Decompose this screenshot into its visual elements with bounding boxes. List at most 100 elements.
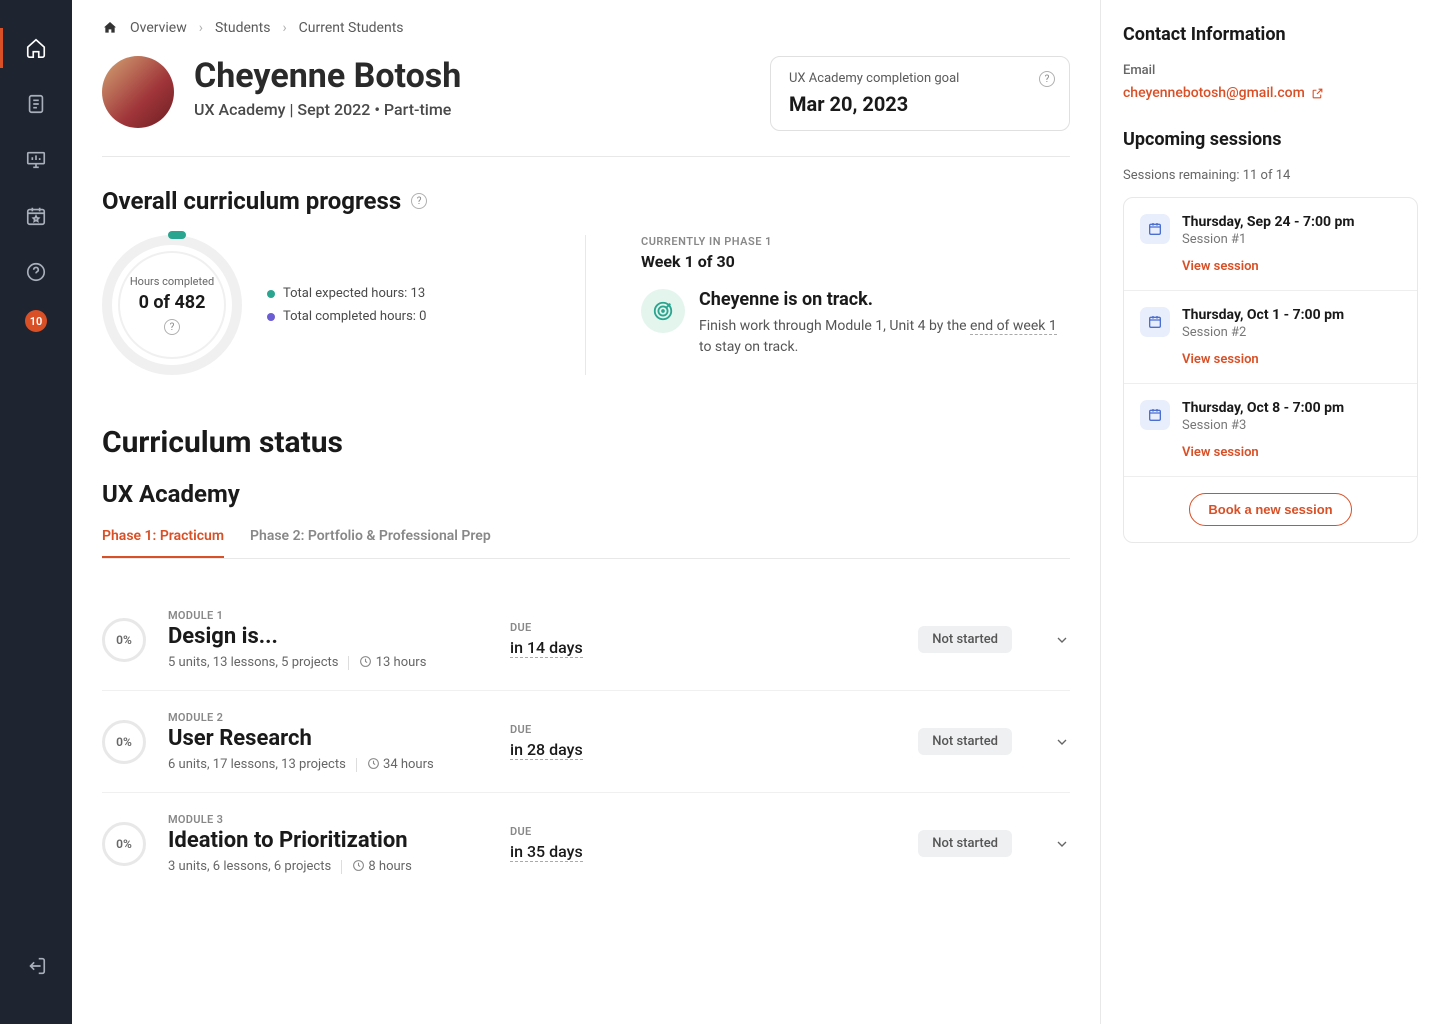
module-hours: 13 hours	[359, 655, 426, 670]
email-link[interactable]: cheyennebotosh@gmail.com	[1123, 85, 1324, 101]
tab-phase-2[interactable]: Phase 2: Portfolio & Professional Prep	[250, 528, 491, 558]
calendar-star-icon	[25, 205, 47, 227]
external-link-icon	[1311, 87, 1324, 100]
ring-value: 0 of 482	[139, 292, 206, 313]
nav-notification-badge[interactable]: 10	[25, 310, 47, 332]
module-label: MODULE 2	[168, 711, 488, 724]
module-title: Design is...	[168, 624, 488, 649]
progress-heading: Overall curriculum progress	[102, 187, 401, 215]
view-session-link[interactable]: View session	[1182, 259, 1259, 274]
due-label: DUE	[510, 621, 690, 634]
breadcrumb: Overview › Students › Current Students	[102, 20, 1070, 36]
track-status-title: Cheyenne is on track.	[699, 289, 1070, 310]
chevron-right-icon: ›	[199, 20, 203, 36]
student-name: Cheyenne Botosh	[194, 56, 461, 96]
status-badge: Not started	[918, 626, 1012, 653]
session-number: Session #1	[1182, 232, 1401, 247]
module-list: 0% MODULE 1 Design is... 5 units, 13 les…	[102, 589, 1070, 894]
nav-calendar[interactable]	[0, 188, 72, 244]
sessions-heading: Upcoming sessions	[1123, 129, 1418, 150]
session-number: Session #2	[1182, 325, 1401, 340]
due-value: in 35 days	[510, 842, 583, 862]
email-label: Email	[1123, 63, 1418, 78]
module-label: MODULE 1	[168, 609, 488, 622]
status-badge: Not started	[918, 728, 1012, 755]
module-label: MODULE 3	[168, 813, 488, 826]
calendar-icon	[1140, 400, 1170, 430]
view-session-link[interactable]: View session	[1182, 352, 1259, 367]
legend-expected: Total expected hours: 13	[267, 286, 426, 301]
breadcrumb-students[interactable]: Students	[215, 20, 270, 36]
nav-notes[interactable]	[0, 76, 72, 132]
module-pct: 0%	[102, 720, 146, 764]
due-label: DUE	[510, 723, 690, 736]
clock-icon	[367, 757, 380, 770]
right-panel: Contact Information Email cheyennebotosh…	[1100, 0, 1440, 1024]
session-time: Thursday, Sep 24 - 7:00 pm	[1182, 214, 1401, 230]
legend-completed: Total completed hours: 0	[267, 309, 426, 324]
nav-logout[interactable]	[0, 938, 72, 994]
status-badge: Not started	[918, 830, 1012, 857]
document-icon	[25, 93, 47, 115]
module-meta: 3 units, 6 lessons, 6 projects	[168, 859, 331, 874]
target-icon	[641, 289, 685, 333]
module-pct: 0%	[102, 822, 146, 866]
contact-heading: Contact Information	[1123, 24, 1418, 45]
chevron-down-icon[interactable]	[1054, 632, 1070, 648]
track-status-desc: Finish work through Module 1, Unit 4 by …	[699, 316, 1070, 358]
chevron-down-icon[interactable]	[1054, 734, 1070, 750]
left-sidebar: 10	[0, 0, 72, 1024]
breadcrumb-current: Current Students	[299, 20, 404, 36]
logout-icon	[25, 955, 47, 977]
due-value: in 28 days	[510, 740, 583, 760]
chevron-right-icon: ›	[282, 20, 286, 36]
breadcrumb-overview[interactable]: Overview	[130, 20, 187, 36]
module-title: Ideation to Prioritization	[168, 828, 488, 853]
clock-icon	[352, 859, 365, 872]
calendar-icon	[1140, 307, 1170, 337]
due-value: in 14 days	[510, 638, 583, 658]
nav-home[interactable]	[0, 20, 72, 76]
student-subtitle: UX Academy | Sept 2022 • Part-time	[194, 100, 461, 119]
module-row[interactable]: 0% MODULE 1 Design is... 5 units, 13 les…	[102, 589, 1070, 691]
phase-tabs: Phase 1: Practicum Phase 2: Portfolio & …	[102, 528, 1070, 559]
due-label: DUE	[510, 825, 690, 838]
phase-label: CURRENTLY IN PHASE 1	[641, 235, 1070, 248]
help-icon[interactable]: ?	[411, 193, 427, 209]
progress-ring: Hours completed 0 of 482 ?	[102, 235, 242, 375]
nav-analytics[interactable]	[0, 132, 72, 188]
curriculum-status-heading: Curriculum status	[102, 425, 1070, 460]
view-session-link[interactable]: View session	[1182, 445, 1259, 460]
module-meta: 6 units, 17 lessons, 13 projects	[168, 757, 346, 772]
module-row[interactable]: 0% MODULE 3 Ideation to Prioritization 3…	[102, 793, 1070, 894]
tab-phase-1[interactable]: Phase 1: Practicum	[102, 528, 224, 558]
main-content: Overview › Students › Current Students C…	[72, 0, 1100, 1024]
clock-icon	[359, 655, 372, 668]
ring-label: Hours completed	[130, 275, 214, 288]
help-icon[interactable]: ?	[164, 319, 180, 335]
session-time: Thursday, Oct 1 - 7:00 pm	[1182, 307, 1401, 323]
help-icon[interactable]: ?	[1039, 71, 1055, 87]
presentation-icon	[25, 149, 47, 171]
session-item: Thursday, Sep 24 - 7:00 pm Session #1 Vi…	[1124, 198, 1417, 291]
completion-goal-card: UX Academy completion goal Mar 20, 2023 …	[770, 56, 1070, 131]
program-title: UX Academy	[102, 480, 1070, 508]
help-icon	[25, 261, 47, 283]
book-session-button[interactable]: Book a new session	[1189, 493, 1351, 526]
module-hours: 34 hours	[367, 757, 434, 772]
home-icon	[102, 20, 118, 36]
session-item: Thursday, Oct 8 - 7:00 pm Session #3 Vie…	[1124, 384, 1417, 477]
student-avatar	[102, 56, 174, 128]
module-hours: 8 hours	[352, 859, 412, 874]
sessions-remaining: Sessions remaining: 11 of 14	[1123, 168, 1418, 183]
session-number: Session #3	[1182, 418, 1401, 433]
module-meta: 5 units, 13 lessons, 5 projects	[168, 655, 338, 670]
phase-week: Week 1 of 30	[641, 252, 1070, 271]
module-title: User Research	[168, 726, 488, 751]
session-item: Thursday, Oct 1 - 7:00 pm Session #2 Vie…	[1124, 291, 1417, 384]
chevron-down-icon[interactable]	[1054, 836, 1070, 852]
session-time: Thursday, Oct 8 - 7:00 pm	[1182, 400, 1401, 416]
module-row[interactable]: 0% MODULE 2 User Research 6 units, 17 le…	[102, 691, 1070, 793]
home-icon	[25, 37, 47, 59]
nav-help[interactable]	[0, 244, 72, 300]
